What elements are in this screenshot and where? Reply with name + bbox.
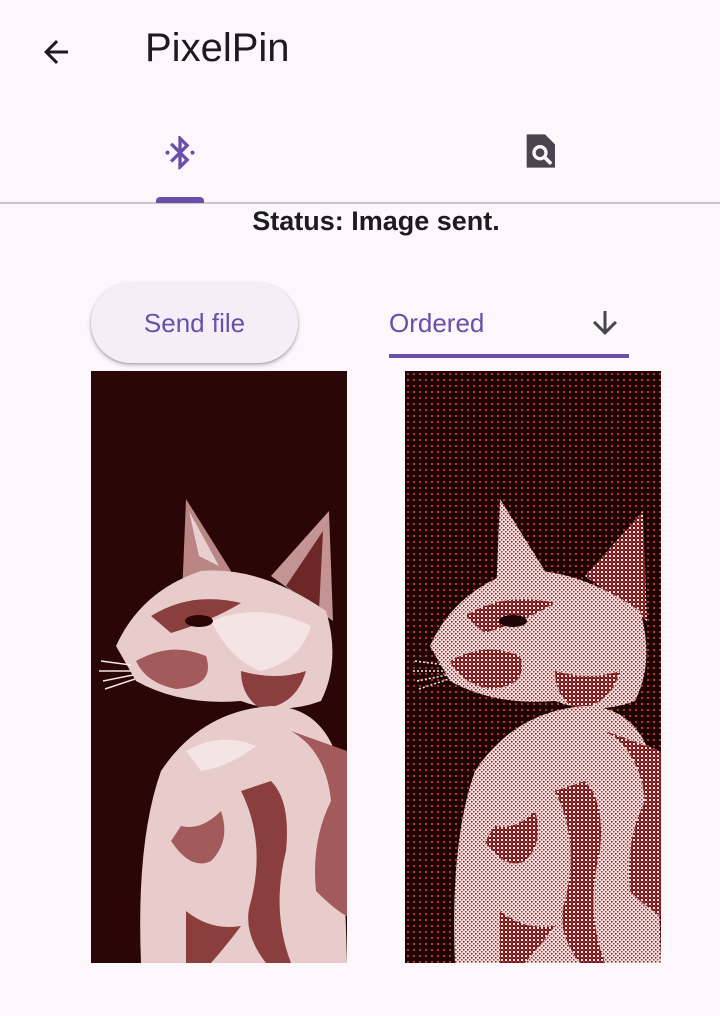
tab-preview[interactable] [360,100,720,202]
arrow-down-icon [593,311,617,335]
app-bar: PixelPin [0,0,720,100]
bluetooth-searching-icon [165,136,195,170]
back-button[interactable] [28,28,84,76]
tab-bar [0,100,720,204]
cat-original-image [91,371,347,963]
dither-dropdown-value: Ordered [389,308,485,338]
send-file-button[interactable]: Send file [91,283,298,363]
find-in-page-icon [526,134,555,168]
cat-dithered-image [405,371,661,963]
app-title: PixelPin [145,26,290,70]
tab-bluetooth[interactable] [0,100,360,202]
arrow-back-icon [44,40,68,64]
dither-dropdown[interactable]: Ordered [389,296,629,358]
tab-indicator [156,197,204,203]
status-text: Status: Image sent. [252,206,500,236]
